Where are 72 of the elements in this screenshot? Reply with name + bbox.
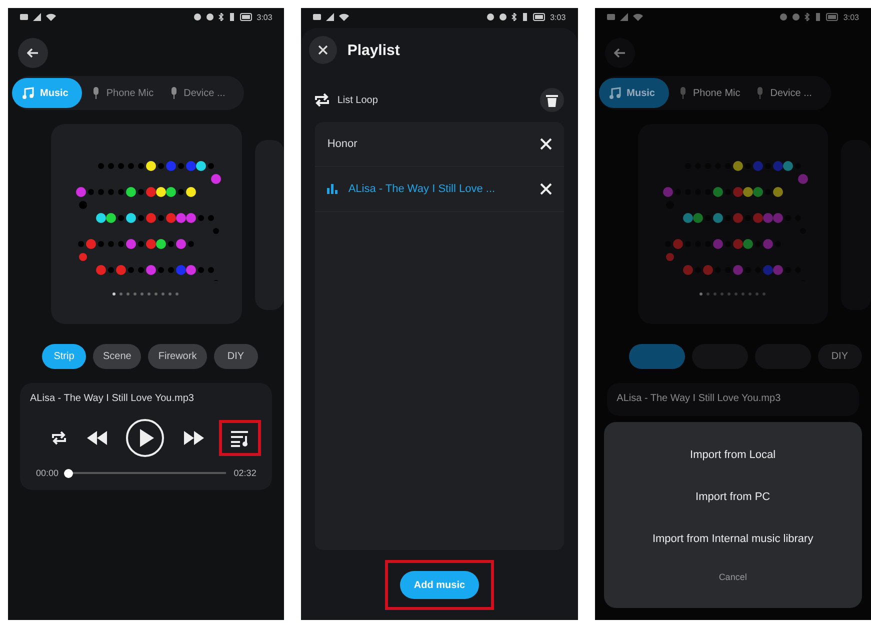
bluetooth-icon [511, 13, 518, 21]
playlist-item[interactable]: Honor [315, 122, 564, 167]
progress-slider[interactable] [66, 468, 226, 478]
effect-chip[interactable]: Scene [93, 344, 142, 369]
wifi-icon [339, 13, 350, 21]
source-tab[interactable]: Music [598, 78, 669, 108]
close-button[interactable] [309, 36, 338, 64]
song-name: Honor [327, 138, 358, 150]
previous-icon [86, 431, 107, 445]
bluetooth-icon [218, 13, 224, 21]
remove-button[interactable] [540, 138, 552, 150]
battery-icon [240, 13, 253, 21]
source-tab[interactable]: Phone Mic [86, 78, 160, 108]
playlist-icon [230, 429, 250, 447]
progress-thumb[interactable] [64, 468, 73, 478]
equalizer-icon [327, 184, 338, 194]
delete-all-button[interactable] [540, 88, 564, 112]
signal-icon [33, 13, 42, 21]
trash-icon [546, 94, 558, 106]
microphone-icon [170, 87, 178, 99]
play-button[interactable] [125, 418, 166, 458]
import-option[interactable]: Import from Local [684, 434, 782, 476]
microphone-icon [92, 87, 100, 99]
effect-chip[interactable]: DIY [214, 344, 258, 369]
back-button[interactable] [18, 38, 48, 68]
music-note-icon [608, 87, 621, 99]
import-option[interactable]: Import from PC [690, 476, 776, 518]
track-title: ALisa - The Way I Still Love You.mp3 [30, 393, 195, 404]
effect-chip[interactable]: Firework [148, 344, 207, 369]
source-tab[interactable]: Phone Mic [673, 78, 746, 108]
next-button[interactable] [184, 431, 204, 445]
source-tab[interactable]: Device ... [750, 78, 818, 108]
status-time: 3:03 [843, 12, 859, 22]
repeat-icon [313, 93, 332, 107]
track-title: ALisa - The Way I Still Love You.mp3 [616, 393, 782, 404]
playlist-item[interactable]: ALisa - The Way I Still Love ... [315, 167, 564, 212]
signal-icon [620, 13, 629, 21]
close-icon [318, 45, 328, 55]
sim-icon [20, 13, 29, 21]
bluetooth-icon [804, 13, 810, 21]
playlist-title: Playlist [347, 42, 400, 58]
previous-button[interactable] [86, 431, 107, 445]
microphone-icon [756, 87, 764, 99]
elapsed-time: 00:00 [36, 468, 59, 478]
repeat-icon [50, 430, 68, 446]
battery-icon [826, 13, 840, 21]
back-arrow-icon [27, 48, 39, 58]
repeat-button[interactable] [50, 430, 68, 446]
back-arrow-icon [614, 48, 626, 58]
status-time: 3:03 [256, 12, 272, 22]
play-icon [125, 418, 166, 458]
close-icon [540, 138, 552, 150]
battery-icon [533, 13, 546, 21]
close-icon [540, 183, 552, 195]
sim-icon [606, 13, 616, 21]
song-name: ALisa - The Way I Still Love ... [348, 183, 496, 195]
effect-chip[interactable]: DIY [818, 344, 862, 369]
status-time: 3:03 [550, 12, 566, 22]
cancel-button[interactable]: Cancel [712, 560, 753, 594]
music-note-icon [22, 87, 34, 99]
next-icon [184, 431, 204, 445]
wifi-icon [632, 13, 643, 21]
sim-icon [313, 13, 322, 21]
loop-mode-button[interactable]: List Loop [313, 93, 378, 107]
wifi-icon [46, 13, 56, 21]
source-tab[interactable]: Device ... [164, 78, 232, 108]
microphone-icon [679, 87, 687, 99]
remove-button[interactable] [540, 183, 552, 195]
signal-icon [326, 13, 336, 21]
duration-time: 02:32 [234, 468, 256, 478]
import-option[interactable]: Import from Internal music library [646, 518, 820, 560]
playlist-button[interactable] [222, 423, 258, 453]
